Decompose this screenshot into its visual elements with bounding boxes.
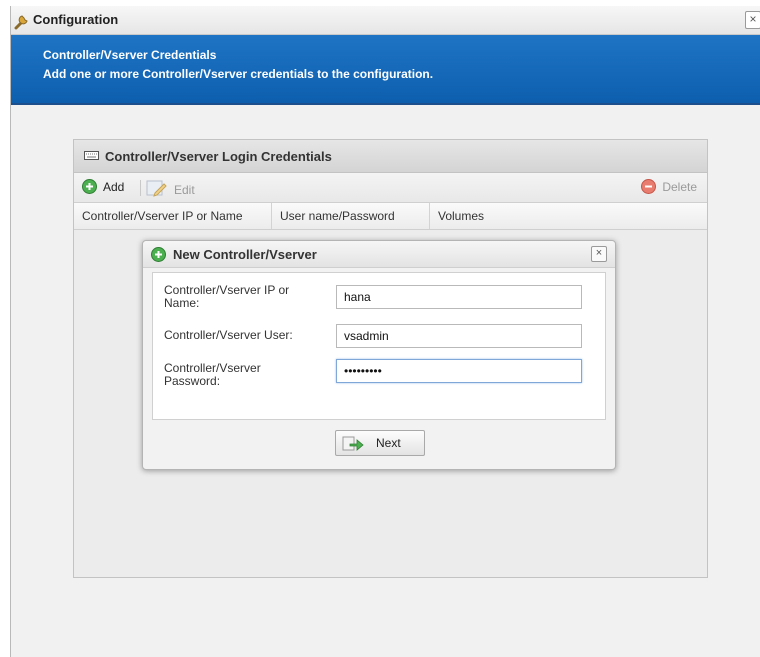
user-field[interactable] (336, 324, 582, 348)
delete-icon (641, 179, 657, 194)
toolbar-separator (140, 180, 141, 196)
password-field[interactable] (336, 359, 582, 383)
panel-toolbar: Add Edit Delete (74, 173, 707, 203)
dialog-form: Controller/Vserver IP or Name: Controlle… (152, 272, 606, 420)
password-label: Controller/Vserver Password: (164, 361, 261, 388)
column-header-ip-name[interactable]: Controller/Vserver IP or Name (74, 203, 272, 229)
ip-name-field[interactable] (336, 285, 582, 309)
next-arrow-icon (342, 436, 364, 451)
new-controller-dialog: New Controller/Vserver × Controller/Vser… (142, 240, 616, 470)
user-label: Controller/Vserver User: (164, 328, 293, 342)
next-button[interactable]: Next (335, 430, 425, 456)
dialog-close-button[interactable]: × (591, 246, 607, 262)
add-button[interactable]: Add (82, 179, 124, 194)
dialog-footer: Next (143, 423, 615, 468)
edit-label: Edit (174, 183, 195, 197)
column-header-user-password[interactable]: User name/Password (272, 203, 430, 229)
delete-label: Delete (662, 180, 697, 194)
column-header-volumes[interactable]: Volumes (430, 203, 707, 229)
dialog-header: New Controller/Vserver × (143, 241, 615, 268)
title-bar: Configuration × (11, 6, 760, 35)
banner-heading: Controller/Vserver Credentials (43, 48, 217, 62)
panel-header: Controller/Vserver Login Credentials (74, 140, 707, 173)
add-icon (151, 247, 166, 262)
header-banner: Controller/Vserver Credentials Add one o… (11, 35, 760, 105)
keyboard-icon (84, 151, 99, 160)
next-label: Next (376, 436, 401, 450)
edit-button[interactable]: Edit (146, 179, 195, 197)
ip-name-label: Controller/Vserver IP or Name: (164, 283, 290, 310)
edit-icon (146, 180, 167, 197)
dialog-title: New Controller/Vserver (173, 247, 317, 262)
window-close-button[interactable]: × (745, 11, 760, 29)
panel-title: Controller/Vserver Login Credentials (105, 149, 332, 164)
add-icon (82, 179, 97, 194)
add-label: Add (103, 180, 125, 194)
grid-header: Controller/Vserver IP or Name User name/… (74, 203, 707, 230)
delete-button[interactable]: Delete (641, 179, 697, 194)
banner-description: Add one or more Controller/Vserver crede… (43, 67, 434, 81)
wrench-icon (14, 15, 28, 30)
window-title: Configuration (33, 12, 119, 27)
